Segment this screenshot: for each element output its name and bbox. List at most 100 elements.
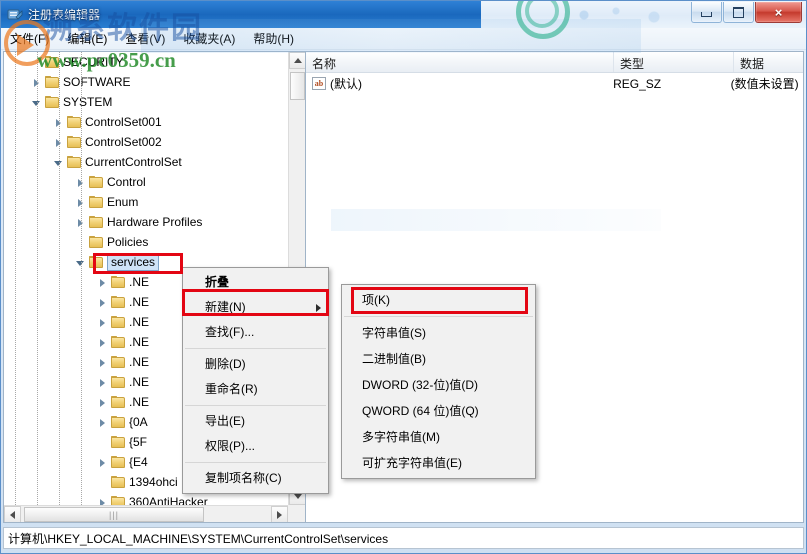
minimize-icon [701, 12, 712, 17]
arrow-right-icon [277, 510, 282, 519]
new-submenu-item-1[interactable]: 字符串值(S) [342, 320, 535, 346]
new-submenu[interactable]: 项(K) 字符串值(S) 二进制值(B) DWORD (32-位)值(D) QWORD … [341, 284, 536, 479]
tree-item-control[interactable]: Control [4, 172, 288, 192]
folder-icon [45, 96, 59, 108]
arrow-up-icon [293, 58, 302, 63]
context-menu-item-label: 删除(D) [205, 357, 246, 371]
ab-string-icon: ab [312, 77, 326, 90]
minimize-button[interactable] [691, 2, 722, 23]
chevron-right-icon[interactable] [98, 357, 109, 368]
context-menu-item-0[interactable]: 折叠 [183, 270, 328, 295]
menu-item-favorites[interactable]: 收藏夹(A) [174, 28, 244, 49]
new-submenu-item-2[interactable]: 二进制值(B) [342, 346, 535, 372]
folder-icon [111, 296, 125, 308]
menu-item-file[interactable]: 文件(F) [1, 28, 58, 49]
tree-item-policies[interactable]: Policies [4, 232, 288, 252]
arrow-left-icon [10, 510, 15, 519]
folder-icon [111, 456, 125, 468]
tree-item-label: {5F [129, 435, 148, 449]
tree-item-label: 1394ohci [129, 475, 178, 489]
context-menu-item-7[interactable]: 复制项名称(C) [183, 466, 328, 491]
values-column-header: 名称 类型 数据 [306, 52, 803, 73]
tree-item-label: .NE [129, 355, 150, 369]
tree-item-label: SOFTWARE [63, 75, 131, 89]
chevron-right-icon[interactable] [98, 417, 109, 428]
tree-item-security[interactable]: SECURITY [4, 52, 288, 72]
column-header-name[interactable]: 名称 [306, 52, 614, 72]
tree-item-label: CurrentControlSet [85, 155, 182, 169]
submenu-arrow-icon [316, 304, 321, 312]
tree-scroll-left-button[interactable] [4, 506, 21, 522]
new-submenu-item-4[interactable]: QWORD (64 位)值(Q) [342, 398, 535, 424]
context-menu-separator [185, 462, 326, 463]
status-bar-path: 计算机\HKEY_LOCAL_MACHINE\SYSTEM\CurrentCon… [8, 531, 389, 546]
column-header-type[interactable]: 类型 [614, 52, 734, 72]
menu-item-help[interactable]: 帮助(H) [244, 28, 303, 49]
value-data-cell: (数值未设置) [730, 77, 799, 91]
value-type-cell: REG_SZ [613, 76, 662, 91]
context-menu-item-label: 复制项名称(C) [205, 471, 282, 485]
context-menu-item-5[interactable]: 导出(E) [183, 409, 328, 434]
tree-item-system[interactable]: SYSTEM [4, 92, 288, 112]
chevron-right-icon[interactable] [98, 397, 109, 408]
new-submenu-item-6[interactable]: 可扩充字符串值(E) [342, 450, 535, 476]
chevron-right-icon[interactable] [98, 457, 109, 468]
tree-item-label: .NE [129, 395, 150, 409]
chevron-right-icon[interactable] [98, 277, 109, 288]
chevron-right-icon[interactable] [98, 297, 109, 308]
tree-item-label: .NE [129, 375, 150, 389]
context-menu-item-1[interactable]: 新建(N) [183, 295, 328, 320]
tree-guide-line [59, 52, 60, 505]
menu-item-view[interactable]: 查看(V) [116, 28, 174, 49]
folder-icon [45, 56, 59, 68]
new-submenu-item-0[interactable]: 项(K) [342, 287, 535, 313]
context-menu-item-2[interactable]: 查找(F)... [183, 320, 328, 345]
menu-item-edit[interactable]: 编辑(E) [58, 28, 116, 49]
close-button[interactable]: × [755, 2, 802, 23]
tree-scroll-right-button[interactable] [271, 506, 288, 522]
chevron-right-icon[interactable] [98, 497, 109, 505]
tree-item-hardware-profiles[interactable]: Hardware Profiles [4, 212, 288, 232]
folder-icon [111, 376, 125, 388]
context-menu[interactable]: 折叠新建(N) 查找(F)... 删除(D) 重命名(R) 导出(E) 权限(P)... 复… [182, 267, 329, 494]
context-menu-item-label: 查找(F)... [205, 325, 255, 339]
tree-item-controlset002[interactable]: ControlSet002 [4, 132, 288, 152]
tree-item-label: .NE [129, 315, 150, 329]
status-bar: 计算机\HKEY_LOCAL_MACHINE\SYSTEM\CurrentCon… [3, 527, 804, 549]
tree-item-controlset001[interactable]: ControlSet001 [4, 112, 288, 132]
tree-horizontal-scroll-thumb[interactable]: ||| [24, 507, 204, 522]
chevron-right-icon[interactable] [98, 337, 109, 348]
context-menu-item-label: 导出(E) [205, 414, 245, 428]
tree-vertical-scroll-thumb[interactable] [290, 72, 305, 100]
folder-icon [111, 356, 125, 368]
tree-guide-line [81, 52, 82, 505]
value-name-cell: ab (默认) [306, 75, 607, 92]
tree-item-label: ControlSet001 [85, 115, 162, 129]
context-menu-item-label: 折叠 [205, 275, 230, 289]
context-menu-item-4[interactable]: 重命名(R) [183, 377, 328, 402]
context-menu-item-label: 重命名(R) [205, 382, 258, 396]
tree-item-currentcontrolset[interactable]: CurrentControlSet [4, 152, 288, 172]
tree-horizontal-scrollbar[interactable]: ||| [4, 505, 288, 522]
tree-item-label: {0A [129, 415, 148, 429]
folder-icon [111, 436, 125, 448]
context-menu-item-3[interactable]: 删除(D) [183, 352, 328, 377]
context-menu-item-6[interactable]: 权限(P)... [183, 434, 328, 459]
tree-item-enum[interactable]: Enum [4, 192, 288, 212]
new-submenu-item-5[interactable]: 多字符串值(M) [342, 424, 535, 450]
tree-item-software[interactable]: SOFTWARE [4, 72, 288, 92]
maximize-button[interactable] [723, 2, 754, 23]
tree-item-label: SYSTEM [63, 95, 113, 109]
new-submenu-item-3[interactable]: DWORD (32-位)值(D) [342, 372, 535, 398]
chevron-right-icon[interactable] [98, 377, 109, 388]
table-row[interactable]: ab (默认) REG_SZ (数值未设置) [306, 73, 803, 94]
title-bar[interactable]: 注册表编辑器 × [1, 1, 806, 28]
folder-icon [111, 316, 125, 328]
chevron-right-icon[interactable] [98, 317, 109, 328]
tree-scroll-up-button[interactable] [289, 52, 305, 69]
folder-icon [111, 276, 125, 288]
new-submenu-separator [344, 316, 533, 317]
column-header-data[interactable]: 数据 [734, 52, 803, 72]
tree-item-label: Hardware Profiles [107, 215, 203, 229]
